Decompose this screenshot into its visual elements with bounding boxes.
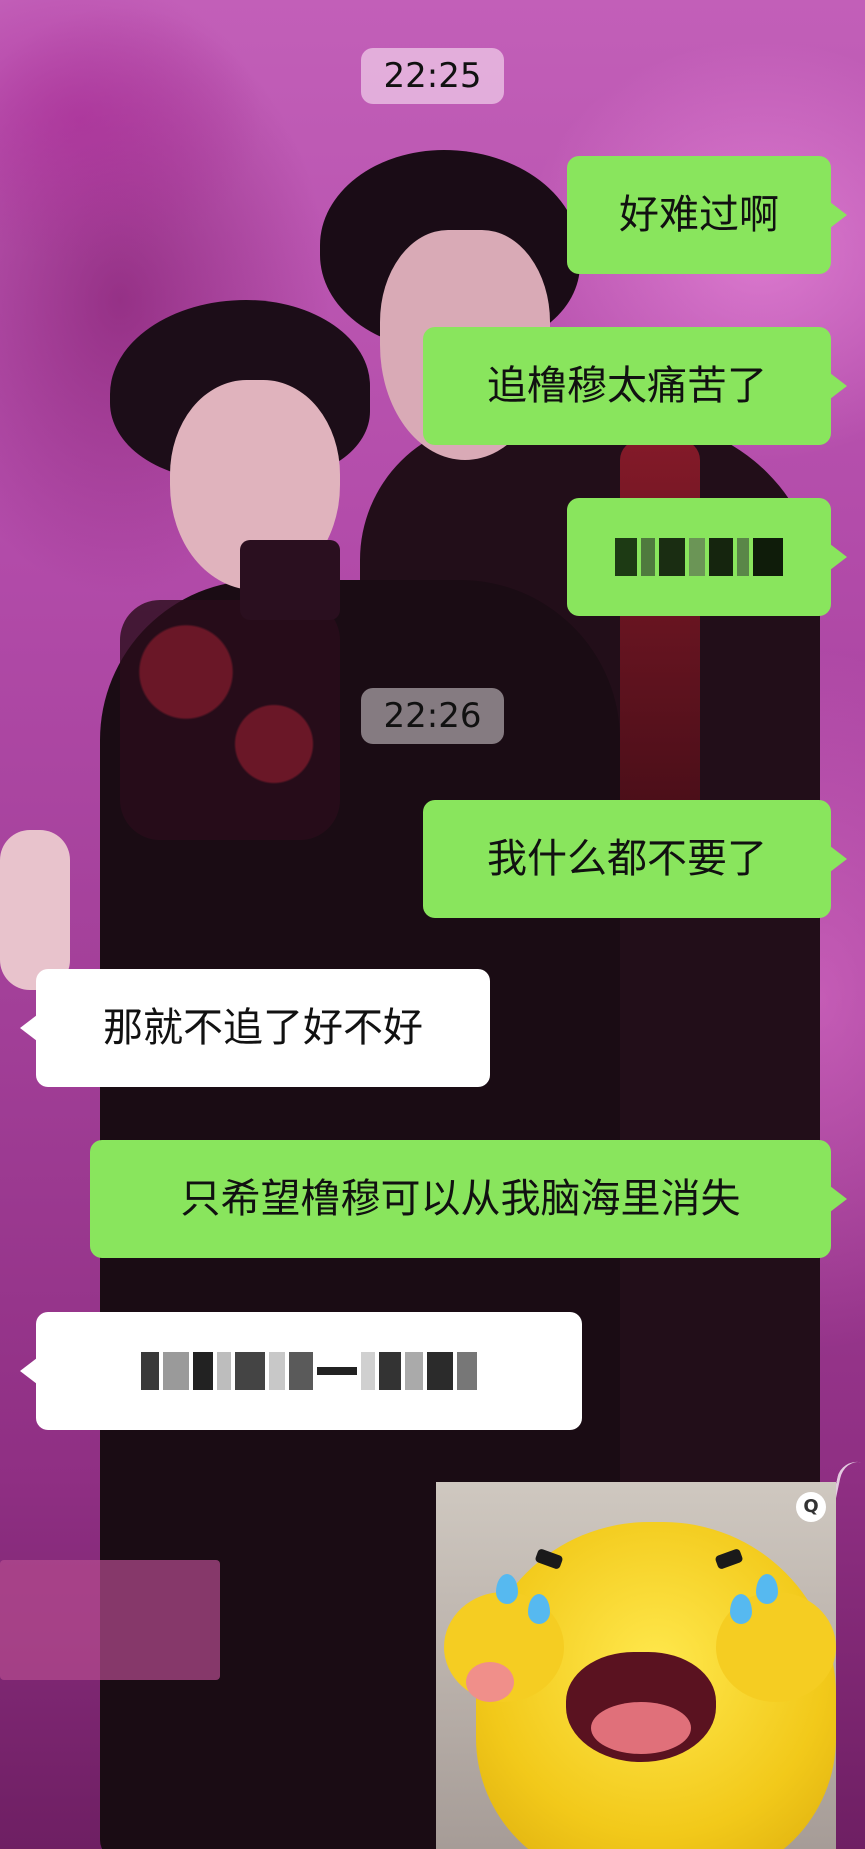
background-hand (0, 830, 70, 990)
message-bubble-outgoing[interactable]: 好难过啊 (567, 156, 847, 274)
bubble-tail (830, 373, 847, 399)
timestamp-pill: 22:25 (361, 48, 504, 104)
background-stage (0, 1560, 220, 1680)
bubble-tail (20, 1358, 37, 1384)
background-red-trim (620, 440, 700, 820)
bubble-tail (830, 544, 847, 570)
message-bubble-outgoing[interactable]: 追橹穆太痛苦了 (423, 327, 847, 445)
bubble-tail (20, 1015, 37, 1041)
sticker-tongue (591, 1702, 691, 1754)
message-bubble-incoming-redacted[interactable] (20, 1312, 582, 1430)
bubble-tail (830, 202, 847, 228)
timestamp-pill: 22:26 (361, 688, 504, 744)
mosaic-redaction (567, 498, 831, 616)
message-bubble-incoming[interactable]: 那就不追了好不好 (20, 969, 490, 1087)
message-bubble-outgoing[interactable]: 只希望橹穆可以从我脑海里消失 (90, 1140, 847, 1258)
message-text: 那就不追了好不好 (103, 1005, 423, 1051)
sticker-badge: Q (796, 1492, 826, 1522)
background-choker (240, 540, 340, 620)
tear-drop-icon (496, 1574, 518, 1604)
message-text: 好难过啊 (619, 192, 779, 238)
message-text: 只希望橹穆可以从我脑海里消失 (180, 1176, 741, 1222)
tear-drop-icon (528, 1594, 550, 1624)
chat-screen: 22:25 好难过啊 追橹穆太痛苦了 22:26 我什么都不要了 那就不追了好不… (0, 0, 865, 1849)
crying-yellow-character-sticker[interactable]: Q (436, 1482, 836, 1849)
message-text: 我什么都不要了 (487, 836, 767, 882)
sticker-cheek (466, 1662, 514, 1702)
message-bubble-outgoing-redacted[interactable] (567, 498, 847, 616)
background-sequin-jacket (120, 600, 340, 840)
mosaic-redaction (36, 1312, 582, 1430)
bubble-tail (830, 1186, 847, 1212)
tear-drop-icon (730, 1594, 752, 1624)
message-bubble-outgoing[interactable]: 我什么都不要了 (423, 800, 847, 918)
bubble-tail (830, 846, 847, 872)
message-text: 追橹穆太痛苦了 (487, 363, 767, 409)
tear-drop-icon (756, 1574, 778, 1604)
